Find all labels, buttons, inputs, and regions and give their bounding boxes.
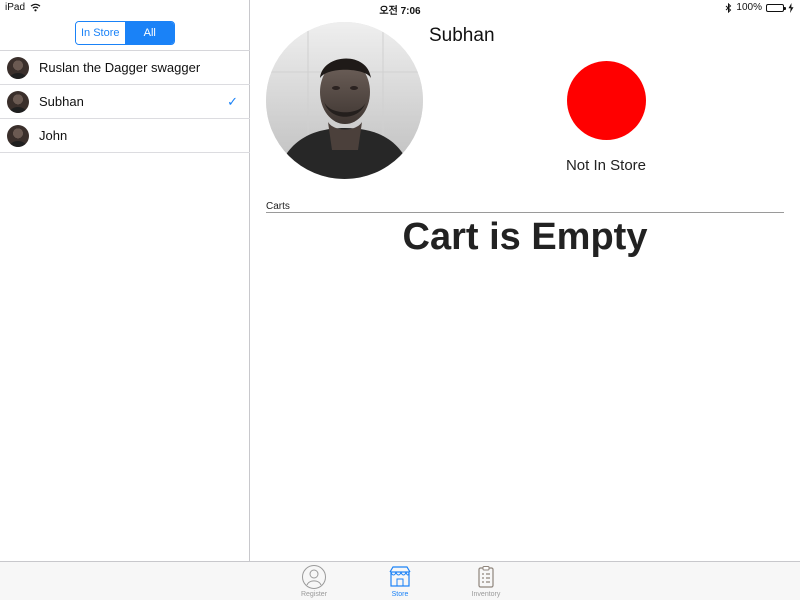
people-list: Ruslan the Dagger swagger Subhan ✓ John [0,51,250,153]
list-item[interactable]: John [0,119,250,153]
master-pane: In Store All Ruslan the Dagger swagger S… [0,0,250,561]
charging-icon [788,2,794,13]
person-name: Subhan [39,94,84,109]
app-screen: In Store All Ruslan the Dagger swagger S… [0,0,800,600]
avatar [7,124,29,147]
segment-all[interactable]: All [124,22,174,44]
list-item[interactable]: Subhan ✓ [0,85,250,119]
list-item[interactable]: Ruslan the Dagger swagger [0,51,250,85]
person-name: John [39,128,68,143]
tab-store[interactable]: Store [370,564,430,600]
status-time: 오전 7:06 [379,6,421,17]
store-status-indicator [567,61,646,140]
checkmark-icon: ✓ [227,94,238,109]
tab-label: Inventory [471,591,501,598]
tab-inventory[interactable]: Inventory [456,564,516,600]
detail-pane: Subhan Not In Store Carts Cart is Empty [251,0,800,561]
store-filter-segmented-control[interactable]: In Store All [75,21,175,45]
segment-in-store[interactable]: In Store [76,22,125,44]
profile-photo [266,22,423,179]
avatar [7,90,29,113]
battery-percent: 100% [736,2,762,13]
empty-cart-message: Cart is Empty [402,216,648,258]
battery-icon [766,3,786,12]
store-icon [389,566,411,587]
tab-label: Register [300,591,328,598]
carts-section-label: Carts [266,201,290,212]
person-name: Ruslan the Dagger swagger [39,60,201,75]
person-title: Subhan [429,25,495,46]
bluetooth-icon [726,2,732,13]
status-bar-right: 100% [725,2,794,13]
avatar [7,56,29,79]
profile-photo-image [266,22,423,179]
tab-bar: Register Store Inventory [0,561,800,600]
status-bar: iPad 오전 7:06 100% [0,0,800,17]
clipboard-icon [478,566,494,588]
tab-register[interactable]: Register [284,564,344,600]
tab-label: Store [391,591,409,598]
store-status-text: Not In Store [565,157,647,174]
carts-divider [266,212,784,213]
person-icon [302,565,326,589]
